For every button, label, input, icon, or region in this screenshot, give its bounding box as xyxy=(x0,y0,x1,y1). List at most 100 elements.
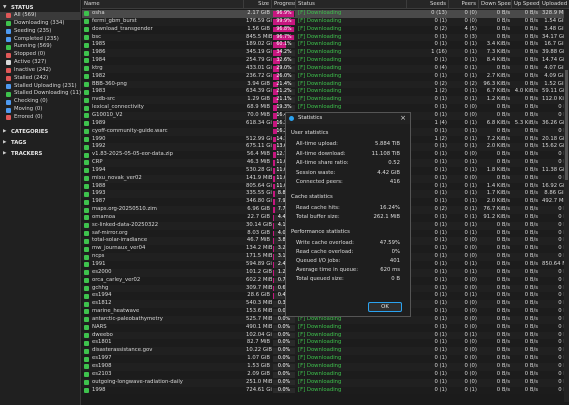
column-header-name[interactable]: Name xyxy=(82,0,244,9)
trackers-header[interactable]: ▶ TRACKERS xyxy=(0,150,80,158)
torrent-down-speed: 1.4 KiB/s xyxy=(486,182,510,189)
table-row[interactable]: 1985 189.02 GiB 60.1% [F] Downloading 0 (1) 0… xyxy=(82,41,569,50)
status-filter-icon xyxy=(6,68,11,74)
table-row[interactable]: outgoing-longwave-radiation-daily 251.0 M… xyxy=(82,378,569,387)
torrent-up-speed: 0 B/s xyxy=(524,96,538,103)
torrent-name: saf-mirror.org xyxy=(92,229,128,236)
progress-text: 96.7% xyxy=(276,34,292,40)
status-filter-item[interactable]: All (569) xyxy=(0,12,80,20)
torrent-size: 171.5 MiB xyxy=(246,253,272,260)
torrent-name-cell: G10010_V2 xyxy=(82,112,244,120)
torrent-status: [F] Downloading xyxy=(298,64,342,71)
torrent-name: 1989 xyxy=(92,119,106,126)
table-row[interactable]: fermi_gbm_burst 176.59 GiB 99.9% [F] Downlo… xyxy=(82,17,569,26)
torrent-name-cell: 1998 xyxy=(82,387,244,395)
torrent-peers: 0 (1) xyxy=(464,64,477,71)
torrent-seeds: 0 (1) xyxy=(434,190,447,197)
table-row[interactable]: bsc 845.5 MiB 96.7% [F] Downloading 0 (1) 0 (… xyxy=(82,33,569,42)
torrent-seeds: 0 (1) xyxy=(434,362,447,369)
table-row[interactable]: download_transgender 1.56 GiB 96.8% [F] Dow… xyxy=(82,25,569,34)
progress-text: 34.2% xyxy=(276,50,292,56)
column-header-uploaded[interactable]: Uploaded xyxy=(540,0,569,9)
status-filter-item[interactable]: Stopped (0) xyxy=(0,51,80,59)
column-header-up-speed[interactable]: Up Speed xyxy=(512,0,540,9)
stat-line: Read cache overload: 0% xyxy=(286,248,410,257)
status-filter-item[interactable]: Errored (0) xyxy=(0,114,80,122)
progress-bar: 0.0% xyxy=(273,371,295,378)
close-icon[interactable]: × xyxy=(400,113,406,124)
table-row[interactable]: es2103 2.09 GiB 0.0% [F] Downloading 0 (1) 0 … xyxy=(82,370,569,379)
status-filter-item[interactable]: Inactive (242) xyxy=(0,67,80,75)
status-filter-item[interactable]: Moving (0) xyxy=(0,106,80,114)
torrent-status: [F] Downloading xyxy=(298,370,342,377)
progress-bar: 21.2% xyxy=(273,89,295,96)
table-row[interactable]: 1982 236.72 GiB 26.0% [F] Downloading 0 (1) 0… xyxy=(82,72,569,81)
torrent-peers: 0 (0) xyxy=(464,237,477,244)
torrent-down-speed: 2.7 KiB/s xyxy=(486,72,510,79)
column-header-size[interactable]: Size xyxy=(244,0,272,9)
progress-cell: 96.8% xyxy=(272,26,296,34)
status-filter-item[interactable]: Completed (235) xyxy=(0,36,80,44)
progress-cell: 0.0% xyxy=(272,347,296,355)
table-row[interactable]: es1997 1.07 GiB 0.0% [F] Downloading 0 (1) 0 … xyxy=(82,355,569,363)
column-header-peers[interactable]: Peers xyxy=(449,0,479,9)
progress-bar: 0.0% xyxy=(273,332,295,339)
torrent-up-speed: 0 B/s xyxy=(524,362,538,369)
dialog-titlebar[interactable]: Statistics × xyxy=(286,113,410,124)
table-row[interactable]: 1986 345.19 GiB 34.2% [F] Downloading 1 (16)… xyxy=(82,49,569,58)
progress-bar: 96.8% xyxy=(273,26,295,33)
table-row[interactable]: es1908 1.53 GiB 0.0% [F] Downloading 0 (1) 0 … xyxy=(82,362,569,371)
table-row[interactable]: BBB-360-png 3.94 GiB 21.4% [F] Downloading 0… xyxy=(82,80,569,89)
status-filter-item[interactable]: Stalled Downloading (11) xyxy=(0,90,81,98)
table-row[interactable]: NARS 490.1 MiB 0.0% [F] Downloading 0 (1) 0 (… xyxy=(82,323,569,332)
stat-label: Queued I/O jobs: xyxy=(296,257,341,264)
status-filter-item[interactable]: Seeding (235) xyxy=(0,28,80,36)
vertical-scrollbar[interactable] xyxy=(564,10,569,402)
torrent-name-cell: mw_journaux_ver04 xyxy=(82,245,244,253)
torrent-up-speed: 0 B/s xyxy=(524,10,538,16)
status-filter-item[interactable]: Active (327) xyxy=(0,59,80,67)
table-row[interactable]: 1998 724.61 GiB 0.0% [F] Downloading 0 (1) 0 … xyxy=(82,386,569,395)
torrent-seeds: 0 (1) xyxy=(434,237,447,244)
column-header-seeds[interactable]: Seeds xyxy=(407,0,449,9)
torrent-up-speed: 0 B/s xyxy=(524,41,538,48)
status-filter-item[interactable]: Downloading (334) xyxy=(0,20,80,28)
column-header-status[interactable]: Status xyxy=(296,0,407,9)
table-row[interactable]: nvdb-src 1.29 GiB 21.1% [F] Downloading 0 (1… xyxy=(82,96,569,105)
table-row[interactable]: dweebo 102.04 GiB 0.0% [F] Downloading 0 (1)… xyxy=(82,331,569,340)
torrent-peers: 0 (0) xyxy=(464,284,477,291)
table-row[interactable]: ktrg 433.01 GiB 29.0% [F] Downloading 0 (4) 0… xyxy=(82,64,569,73)
tags-header[interactable]: ▶ TAGS xyxy=(0,139,80,147)
torrent-name-cell: BBB-360-png xyxy=(82,81,244,89)
status-filter-icon xyxy=(6,36,11,42)
categories-header[interactable]: ▶ CATEGORIES xyxy=(0,128,80,136)
downloading-icon xyxy=(84,160,89,166)
status-filter-item[interactable]: Stalled (242) xyxy=(0,75,80,83)
table-row[interactable]: lexical_connectivity 68.9 MiB 19.3% [F] Dow… xyxy=(82,104,569,112)
table-row[interactable]: antarctic-paleobathymetry 525.7 MiB 0.0% [F… xyxy=(82,315,569,324)
progress-bar: 96.9% xyxy=(273,11,295,17)
table-row[interactable]: es1801 82.7 MiB 0.0% [F] Downloading 0 (1) 0 … xyxy=(82,339,569,348)
downloading-icon xyxy=(84,82,89,88)
downloading-icon xyxy=(84,89,89,95)
torrent-name: nvdb-src xyxy=(92,96,115,103)
table-row[interactable]: disasterassistance.gov 10.22 GiB 0.0% [F] D… xyxy=(82,347,569,356)
table-row[interactable]: 1984 254.79 GiB 32.6% [F] Downloading 0 (1) 0… xyxy=(82,57,569,65)
torrent-status: [F] Downloading xyxy=(298,72,342,79)
table-row[interactable]: osha 2.17 GiB 96.9% [F] Downloading 0 (13) 0 … xyxy=(82,10,569,18)
stat-label: Average time in queue: xyxy=(296,267,358,274)
torrent-peers: 0 (1) xyxy=(464,198,477,205)
torrent-seeds: 0 (1) xyxy=(434,292,447,299)
ok-button[interactable]: OK xyxy=(368,302,402,312)
status-filter-item[interactable]: Checking (0) xyxy=(0,98,80,106)
status-filter-item[interactable]: Stalled Uploading (231) xyxy=(0,83,80,91)
scrollbar-thumb[interactable] xyxy=(565,70,568,180)
table-row[interactable]: 1983 634.39 GiB 21.2% [F] Downloading 1 (2) 0… xyxy=(82,88,569,97)
torrent-down-speed: 1.8 KiB/s xyxy=(486,166,510,173)
status-header[interactable]: ▼ STATUS xyxy=(0,4,80,12)
column-header-down-speed[interactable]: Down Speed xyxy=(479,0,512,9)
torrent-seeds: 0 (1) xyxy=(434,72,447,79)
column-header-progress[interactable]: Progress xyxy=(272,0,296,9)
downloading-icon xyxy=(84,58,89,64)
status-filter-item[interactable]: Running (569) xyxy=(0,43,80,51)
